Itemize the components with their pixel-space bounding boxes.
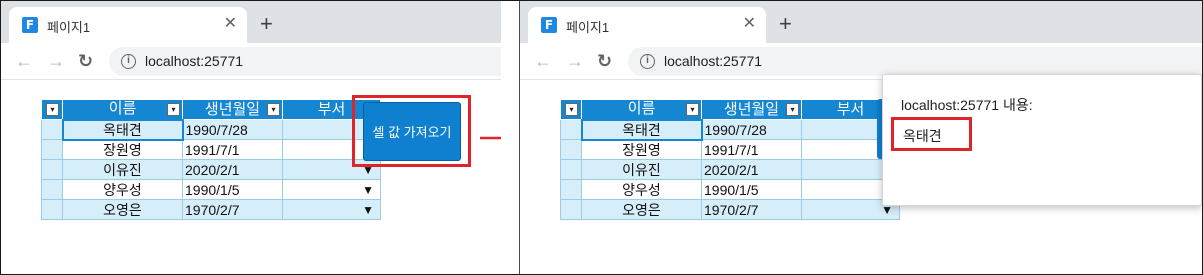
- grid-cell-name[interactable]: 장원영: [62, 139, 183, 160]
- filter-menu-icon[interactable]: ▾: [46, 103, 59, 116]
- reload-icon[interactable]: ↻: [78, 49, 93, 73]
- grid-cell-birth[interactable]: 2020/2/1: [182, 159, 283, 180]
- column-filter-icon[interactable]: ▾: [267, 103, 280, 116]
- close-tab-icon[interactable]: ✕: [743, 15, 756, 33]
- grid-header-row: ▾ 이름▾ 생년월일▾ 부서▾: [41, 99, 381, 120]
- table-row[interactable]: 이유진 2020/2/1 ▼: [41, 159, 381, 180]
- grid-corner[interactable]: ▾: [560, 99, 582, 120]
- column-header-birth[interactable]: 생년월일 ▾: [182, 99, 283, 120]
- browser-tab[interactable]: F 페이지1 ✕: [9, 7, 247, 43]
- filter-menu-icon[interactable]: ▾: [565, 103, 578, 116]
- grid-cell-name[interactable]: 옥태견: [61, 118, 184, 141]
- row-header[interactable]: [41, 119, 63, 140]
- row-header[interactable]: [560, 119, 582, 140]
- grid-cell-birth[interactable]: 1991/7/1: [701, 139, 802, 160]
- close-tab-icon[interactable]: ✕: [224, 15, 237, 33]
- table-row[interactable]: 장원영 1991/7/1 ▼: [41, 139, 381, 160]
- dialog-title: localhost:25771 내용:: [901, 97, 1033, 113]
- row-header[interactable]: [41, 199, 63, 220]
- url-text: localhost:25771: [664, 53, 763, 69]
- row-header[interactable]: [41, 139, 63, 160]
- dropdown-arrow-icon[interactable]: ▼: [282, 179, 381, 200]
- column-header-name[interactable]: 이름 ▾: [581, 99, 702, 120]
- row-header[interactable]: [560, 199, 582, 220]
- grid-cell-birth[interactable]: 1991/7/1: [182, 139, 283, 160]
- table-row[interactable]: 오영은 1970/2/7 ▼: [41, 199, 381, 220]
- data-grid: ▾ 이름▾ 생년월일▾ 부서▾ 옥태견 1990/7/28 ▼ 장원영 1991…: [41, 99, 381, 220]
- address-bar[interactable]: i localhost:25771: [109, 47, 501, 76]
- row-header[interactable]: [560, 139, 582, 160]
- grid-cell-name[interactable]: 이유진: [581, 159, 702, 180]
- column-filter-icon[interactable]: ▾: [686, 103, 699, 116]
- row-header[interactable]: [41, 159, 63, 180]
- forward-arrow-icon[interactable]: →: [566, 49, 584, 73]
- table-row[interactable]: 양우성 1990/1/5 ▼: [41, 179, 381, 200]
- data-grid: ▾ 이름▾ 생년월일▾ 부서▾ 옥태견 1990/7/28 ▼ 장원영 1991…: [560, 99, 900, 220]
- back-arrow-icon[interactable]: ←: [534, 49, 552, 73]
- table-row[interactable]: 장원영 1991/7/1 ▼: [560, 139, 900, 160]
- favicon-icon: F: [22, 17, 38, 33]
- row-header[interactable]: [560, 159, 582, 180]
- column-header-birth[interactable]: 생년월일 ▾: [701, 99, 802, 120]
- tab-bar: F 페이지1 ✕ +: [1, 1, 501, 43]
- get-cell-value-button[interactable]: 셀 값 가져오기: [363, 102, 461, 161]
- grid-cell-birth[interactable]: 1970/2/7: [701, 199, 802, 220]
- grid-cell-name[interactable]: 오영은: [62, 199, 183, 220]
- address-bar[interactable]: i localhost:25771: [628, 47, 1202, 76]
- tab-title: 페이지1: [47, 20, 91, 35]
- message-highlight-box: 옥태견: [891, 117, 972, 151]
- tab-title: 페이지1: [566, 20, 610, 35]
- grid-cell-name[interactable]: 양우성: [581, 179, 702, 200]
- grid-cell-name[interactable]: 옥태견: [580, 118, 703, 141]
- reload-icon[interactable]: ↻: [597, 49, 612, 73]
- browser-window-after: F 페이지1 ✕ + ← → ↻ i localhost:25771 ▾ 이름 ▾…: [520, 1, 1202, 274]
- tab-bar: F 페이지1 ✕ +: [520, 1, 1202, 43]
- grid-cell-name[interactable]: 이유진: [62, 159, 183, 180]
- screenshot-frame: F 페이지1 ✕ + ← → ↻ i localhost:25771 ▾ 이름 ▾…: [0, 0, 1203, 275]
- grid-cell-name[interactable]: 양우성: [62, 179, 183, 200]
- forward-arrow-icon[interactable]: →: [47, 49, 65, 73]
- new-tab-button[interactable]: +: [260, 13, 273, 35]
- grid-cell-birth[interactable]: 1990/7/28: [182, 119, 283, 140]
- grid-corner[interactable]: ▾: [41, 99, 63, 120]
- dropdown-arrow-icon[interactable]: ▼: [282, 199, 381, 220]
- column-filter-icon[interactable]: ▾: [786, 103, 799, 116]
- favicon-icon: F: [541, 17, 557, 33]
- row-header[interactable]: [560, 179, 582, 200]
- column-filter-icon[interactable]: ▾: [167, 103, 180, 116]
- new-tab-button[interactable]: +: [779, 13, 792, 35]
- alert-dialog: localhost:25771 내용: 옥태견: [882, 74, 1202, 206]
- dialog-message: 옥태견: [903, 128, 942, 144]
- row-header[interactable]: [41, 179, 63, 200]
- table-row[interactable]: 양우성 1990/1/5 ▼: [560, 179, 900, 200]
- grid-cell-birth[interactable]: 1990/7/28: [701, 119, 802, 140]
- table-row[interactable]: 오영은 1970/2/7 ▼: [560, 199, 900, 220]
- grid-cell-birth[interactable]: 2020/2/1: [701, 159, 802, 180]
- grid-cell-birth[interactable]: 1970/2/7: [182, 199, 283, 220]
- browser-window-before: F 페이지1 ✕ + ← → ↻ i localhost:25771 ▾ 이름 ▾…: [1, 1, 501, 274]
- transition-arrow-icon: [480, 136, 501, 140]
- info-icon[interactable]: i: [640, 54, 655, 69]
- grid-cell-birth[interactable]: 1990/1/5: [182, 179, 283, 200]
- table-row[interactable]: 옥태견 1990/7/28 ▼: [41, 118, 381, 141]
- column-header-name[interactable]: 이름 ▾: [62, 99, 183, 120]
- table-row[interactable]: 옥태견 1990/7/28 ▼: [560, 118, 900, 141]
- url-text: localhost:25771: [145, 53, 244, 69]
- info-icon[interactable]: i: [121, 54, 136, 69]
- grid-cell-birth[interactable]: 1990/1/5: [701, 179, 802, 200]
- back-arrow-icon[interactable]: ←: [15, 49, 33, 73]
- grid-cell-name[interactable]: 장원영: [581, 139, 702, 160]
- grid-header-row: ▾ 이름▾ 생년월일▾ 부서▾: [560, 99, 900, 120]
- browser-toolbar: ← → ↻ i localhost:25771: [1, 43, 501, 80]
- table-row[interactable]: 이유진 2020/2/1 ▼: [560, 159, 900, 180]
- button-highlight-box: 셀 값 가져오기: [352, 95, 471, 167]
- grid-cell-name[interactable]: 오영은: [581, 199, 702, 220]
- browser-tab[interactable]: F 페이지1 ✕: [528, 7, 766, 43]
